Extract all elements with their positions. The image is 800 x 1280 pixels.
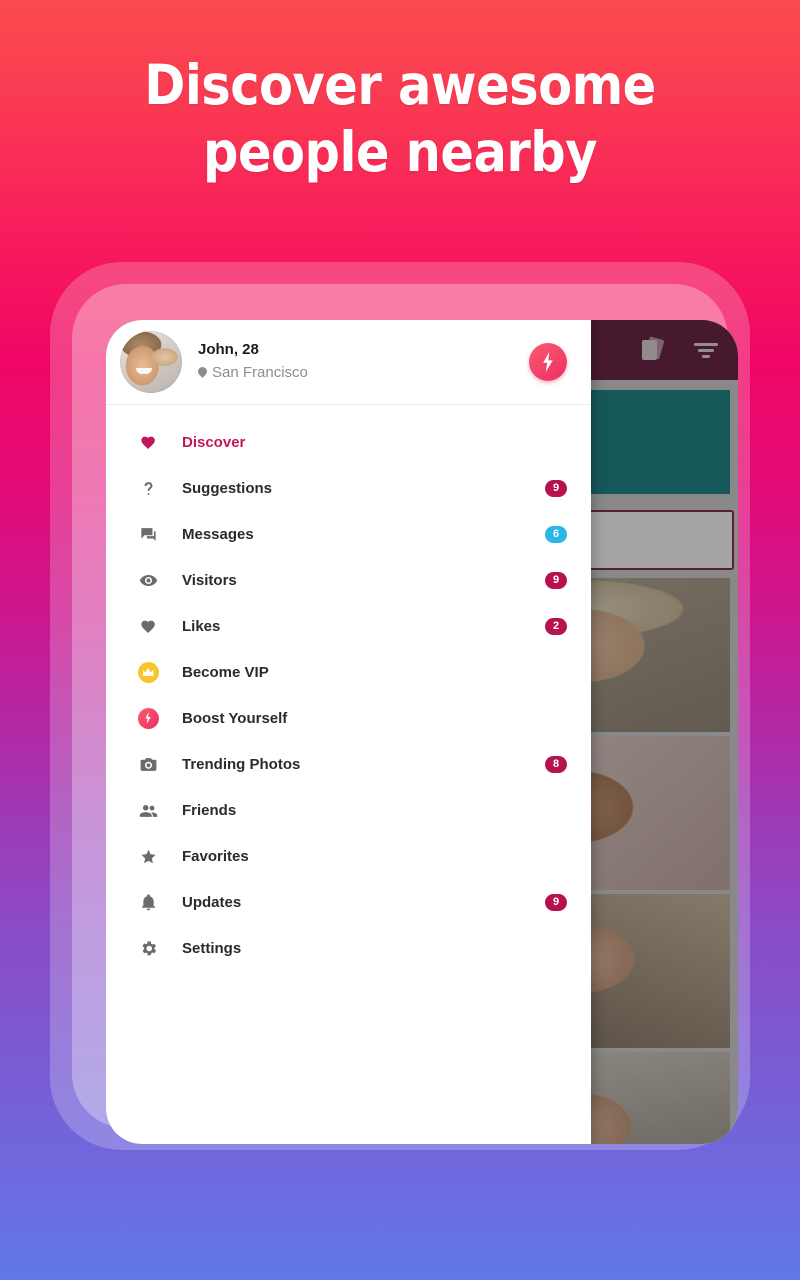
menu-item-badge: 8 — [545, 755, 567, 773]
gear-icon — [134, 939, 162, 958]
menu-item-messages[interactable]: Messages 6 — [106, 511, 591, 557]
profile-location: San Francisco — [198, 361, 308, 385]
menu-item-favorites[interactable]: Favorites — [106, 833, 591, 879]
menu-item-boost-yourself[interactable]: Boost Yourself — [106, 695, 591, 741]
headline-line-1: Discover awesome — [144, 53, 656, 117]
phone-screen: than others e nearby — [106, 320, 738, 1144]
menu-item-badge: 2 — [545, 617, 567, 635]
user-avatar[interactable] — [120, 331, 182, 393]
menu-item-visitors[interactable]: Visitors 9 — [106, 557, 591, 603]
bell-icon — [134, 893, 162, 912]
menu-item-label: Settings — [182, 939, 242, 957]
question-icon — [134, 479, 162, 498]
menu-item-badge: 6 — [545, 525, 567, 543]
page-headline: Discover awesome people nearby — [0, 52, 800, 186]
people-icon — [134, 801, 162, 820]
menu-item-label: Updates — [182, 893, 242, 911]
menu-item-trending-photos[interactable]: Trending Photos 8 — [106, 741, 591, 787]
headline-line-2: people nearby — [203, 120, 597, 184]
menu-item-label: Suggestions — [182, 479, 273, 497]
menu-item-badge: 9 — [545, 479, 567, 497]
lightning-bolt-icon — [543, 352, 553, 372]
drawer-profile-header[interactable]: John, 28 San Francisco — [106, 320, 591, 405]
profile-location-label: San Francisco — [212, 364, 308, 381]
camera-icon — [134, 755, 162, 774]
crown-icon — [134, 661, 162, 683]
phone-frame-outer: than others e nearby — [50, 262, 750, 1150]
drawer-menu: Discover Suggestions 9 Messages 6 Visito… — [106, 405, 591, 971]
menu-item-label: Friends — [182, 801, 237, 819]
menu-item-label: Favorites — [182, 847, 249, 865]
menu-item-badge: 9 — [545, 893, 567, 911]
menu-item-likes[interactable]: Likes 2 — [106, 603, 591, 649]
menu-item-friends[interactable]: Friends — [106, 787, 591, 833]
menu-item-become-vip[interactable]: Become VIP — [106, 649, 591, 695]
menu-item-label: Become VIP — [182, 663, 269, 681]
boost-button[interactable] — [529, 343, 567, 381]
navigation-drawer: John, 28 San Francisco Discover Suggesti… — [106, 320, 591, 1144]
menu-item-label: Discover — [182, 433, 246, 451]
menu-item-label: Likes — [182, 617, 221, 635]
profile-name: John, 28 — [198, 341, 259, 358]
lightning-bolt-icon — [134, 707, 162, 729]
menu-item-label: Boost Yourself — [182, 709, 288, 727]
chat-bubble-icon — [134, 525, 162, 544]
menu-item-settings[interactable]: Settings — [106, 925, 591, 971]
menu-item-label: Trending Photos — [182, 755, 301, 773]
star-icon — [134, 847, 162, 866]
menu-item-label: Visitors — [182, 571, 237, 589]
menu-item-discover[interactable]: Discover — [106, 419, 591, 465]
menu-item-updates[interactable]: Updates 9 — [106, 879, 591, 925]
heart-filled-icon — [134, 617, 162, 636]
phone-frame-inner: than others e nearby — [72, 284, 738, 1144]
heart-icon — [134, 433, 162, 452]
location-pin-icon — [198, 367, 207, 380]
eye-icon — [134, 571, 162, 590]
menu-item-badge: 9 — [545, 571, 567, 589]
menu-item-label: Messages — [182, 525, 254, 543]
menu-item-suggestions[interactable]: Suggestions 9 — [106, 465, 591, 511]
